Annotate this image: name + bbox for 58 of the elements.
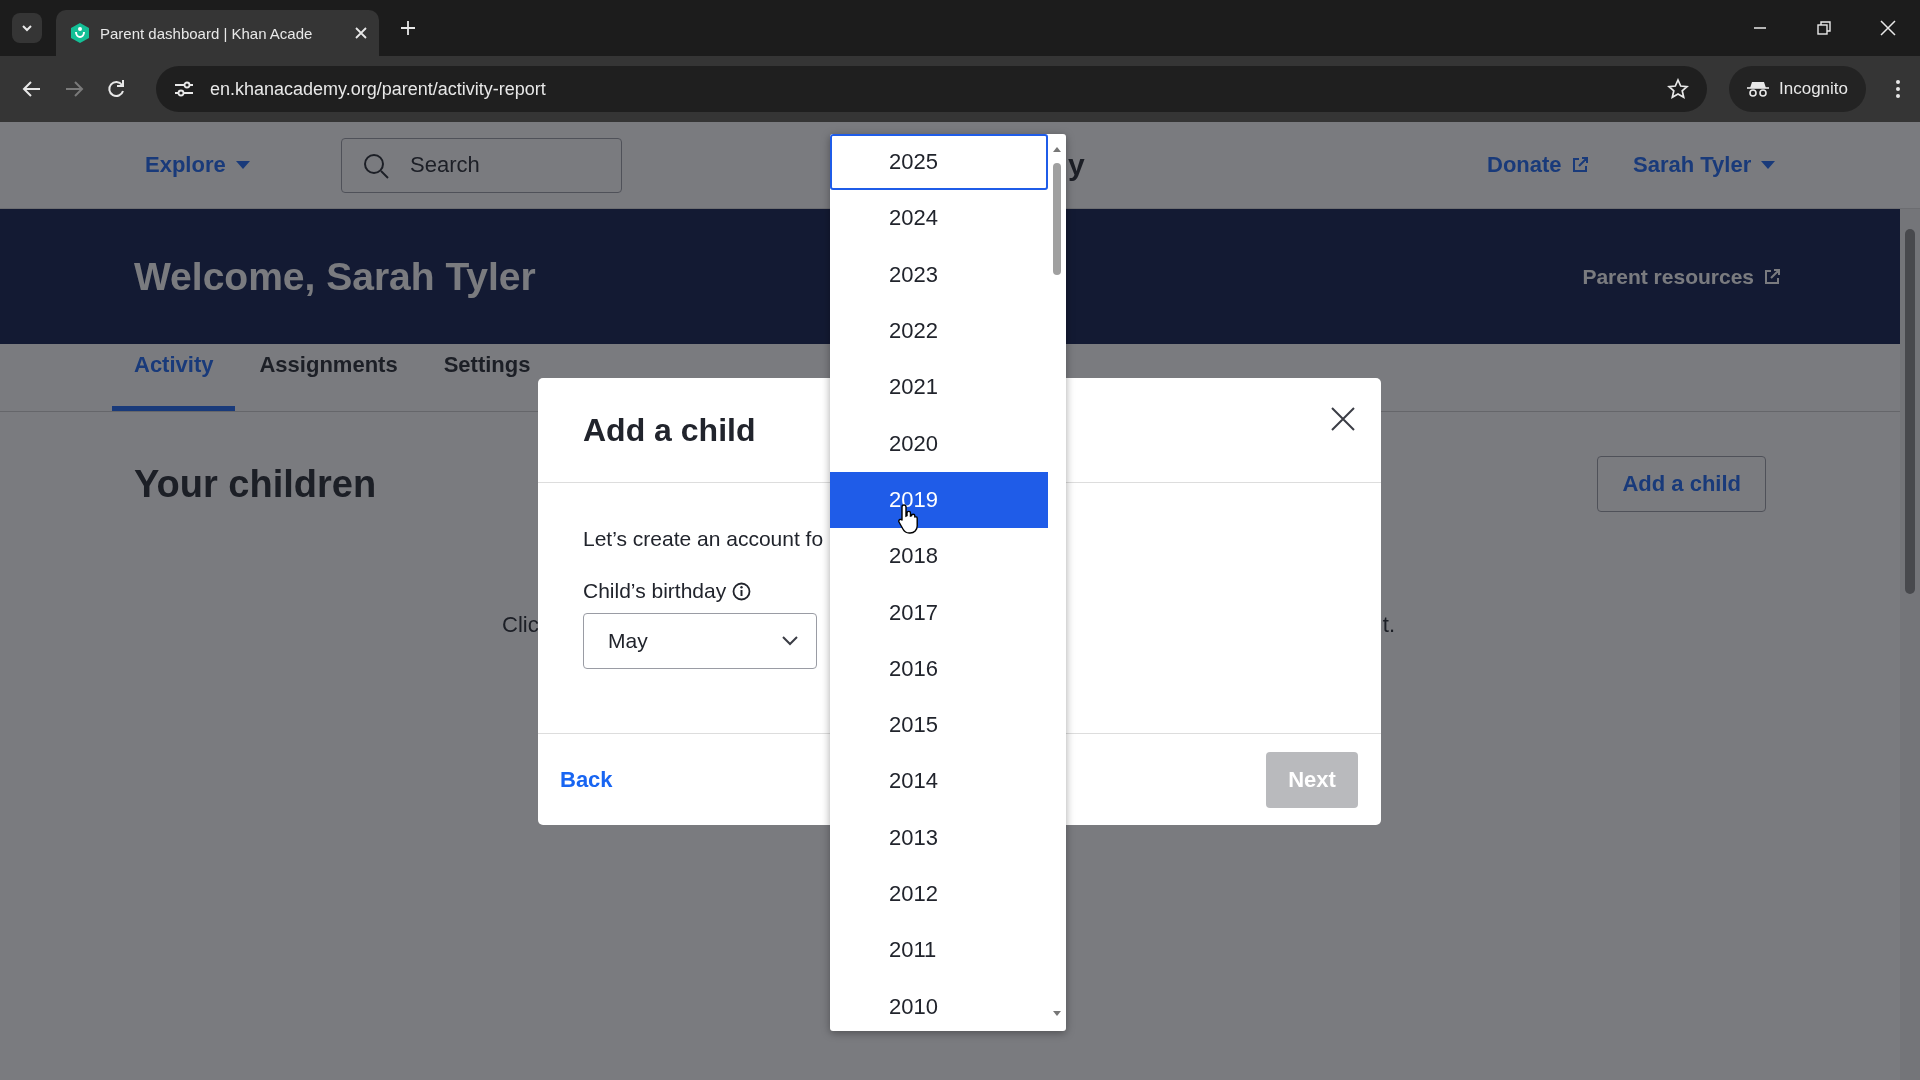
address-bar[interactable]: en.khanacademy.org/parent/activity-report [156, 66, 1707, 112]
back-link[interactable]: Back [560, 766, 613, 793]
year-option[interactable]: 2021 [830, 359, 1048, 416]
field-label: Child’s birthday [583, 579, 727, 603]
more-menu-icon[interactable] [1895, 79, 1901, 99]
welcome-heading: Welcome, Sarah Tyler [134, 254, 536, 299]
incognito-button[interactable]: Incognito [1729, 66, 1866, 112]
incognito-icon [1747, 80, 1769, 98]
new-tab-plus-icon[interactable] [400, 20, 416, 36]
year-option[interactable]: 2020 [830, 415, 1048, 472]
chevron-down-icon [782, 636, 798, 646]
section-heading: Your children [134, 462, 377, 506]
year-option[interactable]: 2023 [830, 246, 1048, 303]
caret-icon [1761, 161, 1776, 169]
year-option[interactable]: 2014 [830, 753, 1048, 810]
close-icon[interactable] [1880, 20, 1896, 36]
year-option[interactable]: 2019 [830, 471, 1048, 529]
search-field[interactable]: Search [341, 137, 622, 193]
month-select[interactable]: May [583, 613, 817, 669]
year-option[interactable]: 2012 [830, 865, 1048, 923]
year-option[interactable]: 2010 [830, 978, 1048, 1031]
tab-title: Parent dashboard | Khan Acade [100, 24, 314, 42]
site-logo-text[interactable]: y [1068, 148, 1487, 182]
year-option[interactable]: 2015 [830, 696, 1048, 754]
scrollbar[interactable] [1900, 209, 1920, 1080]
scrollbar-thumb[interactable] [1905, 229, 1915, 594]
year-option[interactable]: 2016 [830, 640, 1048, 697]
caret-icon [235, 161, 250, 169]
leaf-logo-icon [70, 22, 90, 44]
info-icon[interactable] [732, 581, 752, 601]
star-icon[interactable] [1667, 78, 1689, 100]
back-button[interactable] [22, 79, 42, 99]
tab-list-button[interactable] [12, 13, 42, 43]
year-option[interactable]: 2024 [830, 190, 1048, 247]
external-link-icon [1571, 157, 1588, 173]
year-option[interactable]: 2022 [830, 302, 1048, 360]
dialog-title: Add a child [583, 411, 756, 449]
year-option[interactable]: 2025 [830, 134, 1048, 191]
url-text: en.khanacademy.org/parent/activity-report [210, 78, 547, 100]
external-link-icon [1764, 268, 1780, 285]
year-option[interactable]: 2011 [830, 922, 1048, 979]
empty-state-text: t. [1382, 612, 1395, 638]
browser-tab[interactable]: Parent dashboard | Khan Acade [56, 10, 379, 56]
reload-button[interactable] [106, 79, 126, 99]
scrollbar-thumb[interactable] [1053, 163, 1061, 275]
site-settings-icon[interactable] [174, 80, 194, 98]
restore-icon[interactable] [1817, 21, 1831, 35]
empty-state-text: Clic [502, 612, 539, 638]
forward-button[interactable] [64, 79, 84, 99]
page-tab[interactable]: Assignments [237, 354, 420, 376]
parent-resources-link[interactable]: Parent resources [1582, 264, 1780, 289]
intro-text: Let’s create an account fo [583, 527, 825, 551]
page-tab[interactable]: Settings [421, 354, 553, 376]
year-option[interactable]: 2018 [830, 528, 1048, 585]
search-icon [363, 152, 389, 179]
year-option[interactable]: 2013 [830, 809, 1048, 866]
year-option[interactable]: 2017 [830, 584, 1048, 641]
close-icon[interactable] [355, 27, 367, 39]
